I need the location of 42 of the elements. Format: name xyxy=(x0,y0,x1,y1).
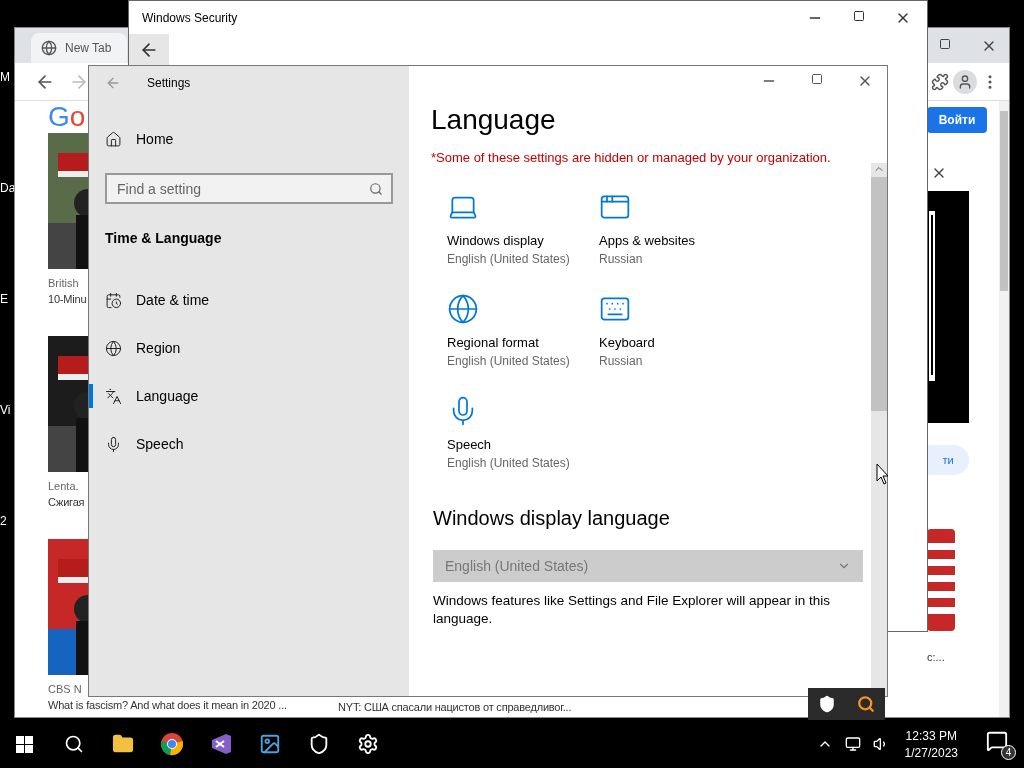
tile-title[interactable]: Keyboard xyxy=(599,335,751,350)
home-item[interactable]: Home xyxy=(89,115,409,163)
tile-title[interactable]: Regional format xyxy=(447,335,599,350)
notifications-button[interactable]: 4 xyxy=(984,728,1016,760)
policy-notice: *Some of these settings are hidden or managed by your organization. xyxy=(431,150,832,165)
window-title: Settings xyxy=(147,75,191,90)
news-source: Lenta. xyxy=(48,480,79,492)
tile-value: Russian xyxy=(599,252,644,266)
search-field[interactable]: Find a setting xyxy=(105,173,393,204)
tile-value: English (United States) xyxy=(447,456,571,470)
news-title[interactable]: с:... xyxy=(927,651,945,663)
subscribe-button[interactable]: ти xyxy=(927,445,969,475)
section-title: Windows display language xyxy=(433,507,671,530)
desktop-icon-label: Vi xyxy=(0,403,12,417)
tile-value: English (United States) xyxy=(447,354,571,368)
page-title: Language xyxy=(431,104,557,136)
news-title[interactable]: What is fascism? And what does it mean in 2020 ... xyxy=(48,699,287,711)
browser-tab[interactable]: New Tab xyxy=(31,33,127,63)
news-source: British xyxy=(48,277,79,289)
clock[interactable]: 12:33 PM 1/27/2023 xyxy=(904,728,958,760)
desktop-icon-label: M xyxy=(0,70,11,84)
tile-title[interactable]: Windows display xyxy=(447,233,599,248)
tile-title[interactable]: Speech xyxy=(447,437,599,452)
news-source: CBS N xyxy=(48,683,82,695)
sign-in-button[interactable]: Войти xyxy=(927,107,987,133)
news-title[interactable]: Сжигая xyxy=(48,496,85,508)
nav-item[interactable]: Date & time xyxy=(89,276,409,324)
tile-title[interactable]: Apps & websites xyxy=(599,233,751,248)
window-title: Windows Security xyxy=(142,10,238,25)
nav-item[interactable]: Region xyxy=(89,324,409,372)
notification-count: 4 xyxy=(1001,745,1016,760)
news-title[interactable]: 10-Minu xyxy=(48,293,87,305)
nav-item[interactable]: Speech xyxy=(89,420,409,468)
tile-value: English (United States) xyxy=(447,252,571,266)
desktop-icon-label: E xyxy=(0,292,9,306)
tile-value: Russian xyxy=(599,354,644,368)
description: Windows features like Settings and File Explorer will appear in this language. xyxy=(433,592,831,629)
news-title[interactable]: NYT: США спасали нацистов от справедливог... xyxy=(338,701,572,713)
section-title: Time & Language xyxy=(105,230,223,246)
desktop-icon-label: 2 xyxy=(0,514,8,528)
nav-item[interactable]: Language xyxy=(89,372,409,420)
logo: Go xyxy=(48,101,87,133)
